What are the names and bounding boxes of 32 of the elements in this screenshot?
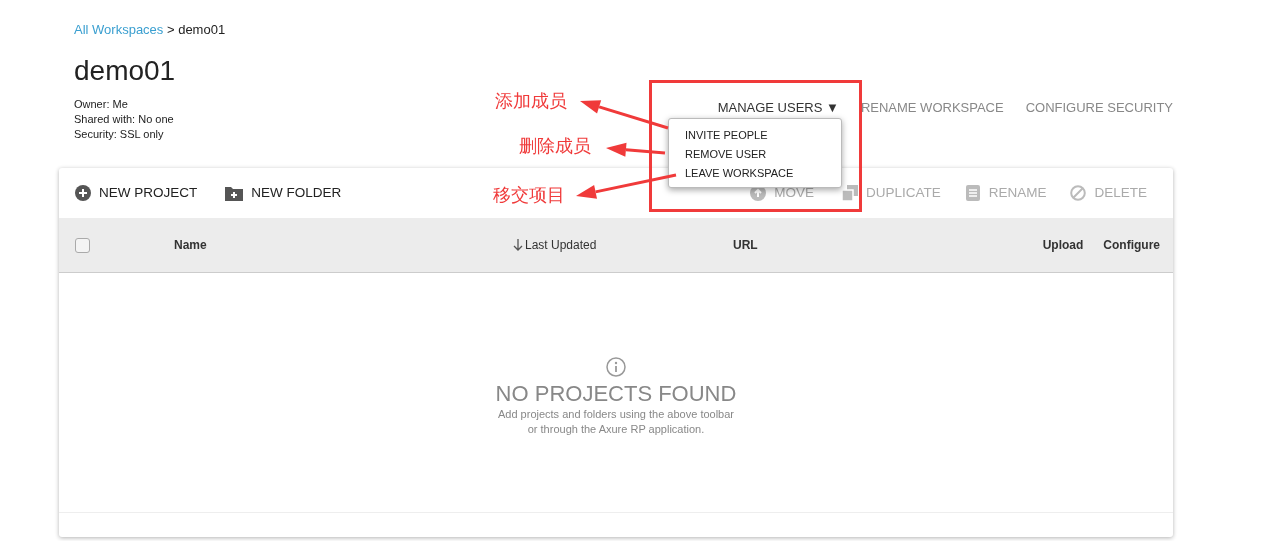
action-link[interactable]: RENAME WORKSPACE: [860, 97, 1004, 117]
copy-icon: [841, 185, 858, 201]
column-header[interactable]: Name: [174, 236, 207, 254]
document-icon: [964, 185, 981, 201]
annotation-label: 移交项目: [493, 186, 565, 204]
empty-state-title: NO PROJECTS FOUND: [495, 381, 737, 408]
action-link[interactable]: CONFIGURE SECURITY: [1025, 97, 1173, 117]
column-header[interactable]: Upload: [1042, 236, 1084, 254]
select-all-checkbox[interactable]: [75, 237, 90, 253]
column-header[interactable]: Last Updated: [513, 236, 597, 254]
annotation-label: 删除成员: [519, 137, 591, 155]
manage-users-dropdown[interactable]: MANAGE USERS ▼: [717, 97, 839, 117]
annotation-arrow: [606, 142, 666, 157]
plus-circle-icon: [75, 185, 91, 201]
toolbar-button[interactable]: NEW PROJECT: [75, 182, 198, 204]
annotation-label: 添加成员: [495, 92, 567, 110]
info-icon: [606, 357, 626, 377]
breadcrumb-current: > demo01: [165, 22, 226, 37]
column-header[interactable]: Configure: [1103, 236, 1160, 254]
folder-plus-icon: [225, 185, 244, 201]
sort-down-icon: [513, 239, 523, 251]
prohibited-icon: [1070, 185, 1087, 201]
detail-text: Shared with: No one: [74, 112, 174, 128]
menu-item[interactable]: INVITE PEOPLE: [685, 126, 768, 145]
empty-state-message: Add projects and folders using the above toolbar or through the Axure RP application.: [497, 407, 734, 438]
toolbar-button[interactable]: NEW FOLDER: [225, 182, 342, 204]
detail-text: Security: SSL only: [74, 127, 164, 143]
page-title: demo01: [74, 53, 176, 88]
menu-item[interactable]: LEAVE WORKSPACE: [685, 164, 794, 183]
column-header[interactable]: URL: [733, 236, 758, 254]
menu-item[interactable]: REMOVE USER: [685, 145, 767, 164]
detail-text: Owner: Me: [74, 97, 128, 113]
